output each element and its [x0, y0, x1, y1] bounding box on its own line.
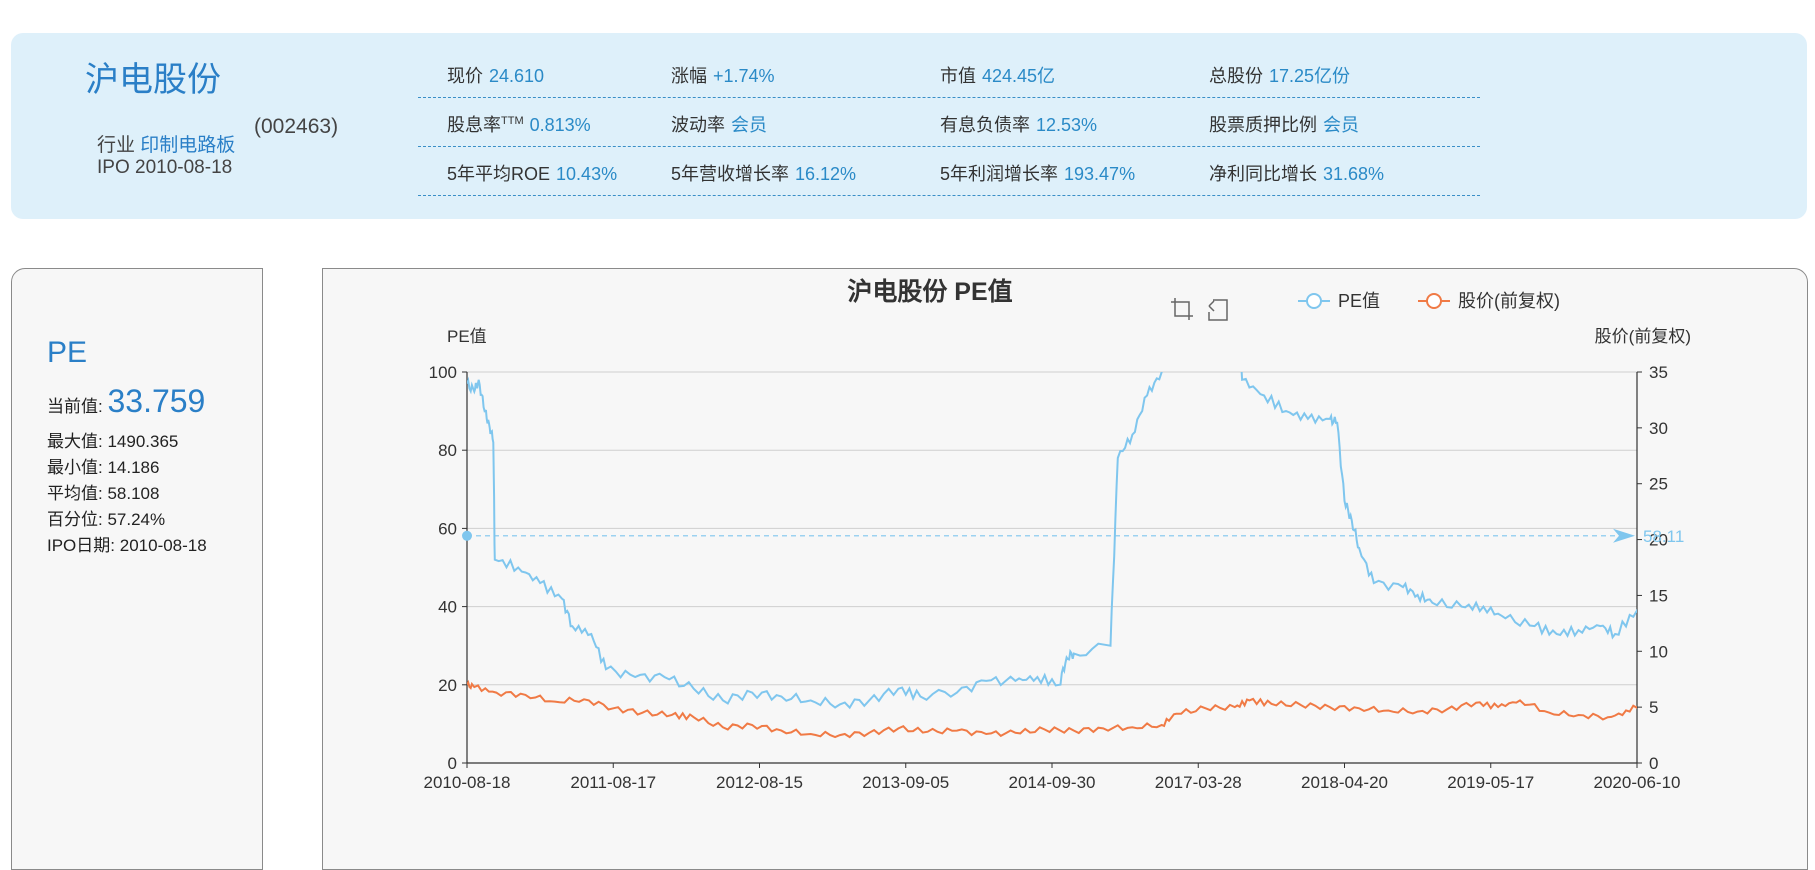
metric-net-profit-yoy: 净利同比增长 31.68% [1209, 164, 1385, 184]
stats-avg: 平均值: 58.108 [47, 484, 160, 503]
stock-code: (002463) [254, 115, 339, 138]
ipo-line: IPO 2010-08-18 [97, 157, 232, 179]
stats-min: 最小值: 14.186 [47, 458, 160, 477]
pe-chart-panel: 0 20 40 60 80 100 0 5 10 15 20 25 30 35 2010-08-18 2011… [322, 268, 1808, 870]
member-link[interactable]: 会员 [731, 115, 767, 135]
stats-current-value: 33.759 [107, 383, 206, 419]
y-left-tick-label: 60 [438, 519, 457, 538]
x-tick-label: 2011-08-17 [570, 773, 656, 792]
y-left-tick-label: 80 [438, 441, 457, 460]
x-tick-label: 2012-08-15 [716, 773, 803, 792]
y-right-tick-label: 5 [1649, 698, 1658, 717]
zoom-icon[interactable] [1171, 298, 1193, 320]
stats-percentile: 百分位: 57.24% [47, 510, 166, 529]
metric-total-shares: 总股份 17.25亿份 [1209, 66, 1351, 86]
stats-ipo-date: IPO日期: 2010-08-18 [47, 536, 207, 555]
metrics-row: 现价 24.610 涨幅 +1.74% 市值 424.45亿 总股份 17.25亿份 [418, 49, 1480, 98]
chart-title: 沪电股份 PE值 [847, 278, 1012, 306]
x-tick-label: 2019-05-17 [1447, 773, 1534, 792]
metrics-row: 股息率TTM 0.813% 波动率 会员 有息负债率 12.53% 股票质押比例 会员 [418, 98, 1480, 147]
stock-name: 沪电股份 [85, 61, 221, 99]
price-series-line [467, 679, 1637, 739]
y-right-tick-label: 30 [1649, 419, 1668, 438]
industry-label: 行业 [97, 135, 136, 156]
metric-dividend-yield: 股息率TTM 0.813% [447, 115, 591, 135]
legend-marker [1306, 293, 1322, 309]
y-left-tick-label: 40 [438, 598, 457, 617]
y-right-tick-label: 10 [1649, 642, 1668, 661]
stats-max: 最大值: 1490.365 [47, 432, 179, 451]
y-right-axis-label: 股价(前复权) [1595, 327, 1691, 346]
pe-chart[interactable]: 020406080100051015202530352010-08-18 2011… [323, 269, 1807, 869]
metric-pledge-ratio: 股票质押比例 会员 [1209, 115, 1359, 135]
legend-label[interactable]: PE值 [1338, 291, 1380, 311]
y-right-tick-label: 15 [1649, 586, 1668, 605]
member-link[interactable]: 会员 [1323, 115, 1359, 135]
y-left-tick-label: 20 [438, 676, 457, 695]
ipo-label: IPO [97, 157, 130, 178]
x-tick-label: 2020-06-10 [1594, 773, 1681, 792]
metrics-table: 现价 24.610 涨幅 +1.74% 市值 424.45亿 总股份 17.25亿份 股… [418, 49, 1480, 196]
metrics-row: 5年平均ROE 10.43% 5年营收增长率 16.12% 5年利润增长率 193.4… [418, 147, 1480, 196]
y-right-tick-label: 0 [1649, 754, 1658, 773]
x-tick-label: 2010-08-18 [424, 773, 511, 792]
metric-volatility: 波动率 会员 [671, 115, 767, 135]
x-tick-label: 2017-03-28 [1155, 773, 1242, 792]
average-line-arrow [1613, 528, 1635, 543]
x-tick-label: 2013-09-05 [862, 773, 949, 792]
industry-line: 行业 印制电路板 [97, 130, 235, 157]
x-tick-label: 2018-04-20 [1301, 773, 1388, 792]
average-line-label: 58.11 [1643, 527, 1684, 546]
ipo-date: 2010-08-18 [135, 157, 233, 178]
y-left-axis-label: PE值 [447, 327, 487, 346]
metric-profit-growth: 5年利润增长率 193.47% [940, 164, 1136, 184]
metric-debt-ratio: 有息负债率 12.53% [940, 115, 1098, 135]
legend-marker [1426, 293, 1442, 309]
pe-stats-panel: PE 当前值: 33.759 最大值: 1490.365 最小值: 14.186… [11, 268, 263, 870]
y-left-tick-label: 0 [448, 754, 457, 773]
metric-market-cap: 市值 424.45亿 [940, 66, 1056, 86]
stats-title: PE [47, 336, 88, 369]
zoom-reset-icon[interactable] [1208, 299, 1228, 321]
metric-price: 现价 24.610 [447, 66, 545, 86]
y-right-tick-label: 25 [1649, 475, 1668, 494]
y-right-tick-label: 35 [1649, 363, 1668, 382]
metric-revenue-growth: 5年营收增长率 16.12% [671, 164, 857, 184]
y-left-tick-label: 100 [429, 363, 457, 382]
metric-change: 涨幅 +1.74% [671, 66, 775, 86]
legend-label[interactable]: 股价(前复权) [1458, 291, 1560, 311]
industry-link[interactable]: 印制电路板 [140, 135, 235, 156]
stats-current: 当前值: 33.759 [47, 383, 206, 419]
x-tick-label: 2014-09-30 [1009, 773, 1096, 792]
average-line-start [462, 530, 472, 541]
metric-avg-roe: 5年平均ROE 10.43% [447, 164, 618, 184]
